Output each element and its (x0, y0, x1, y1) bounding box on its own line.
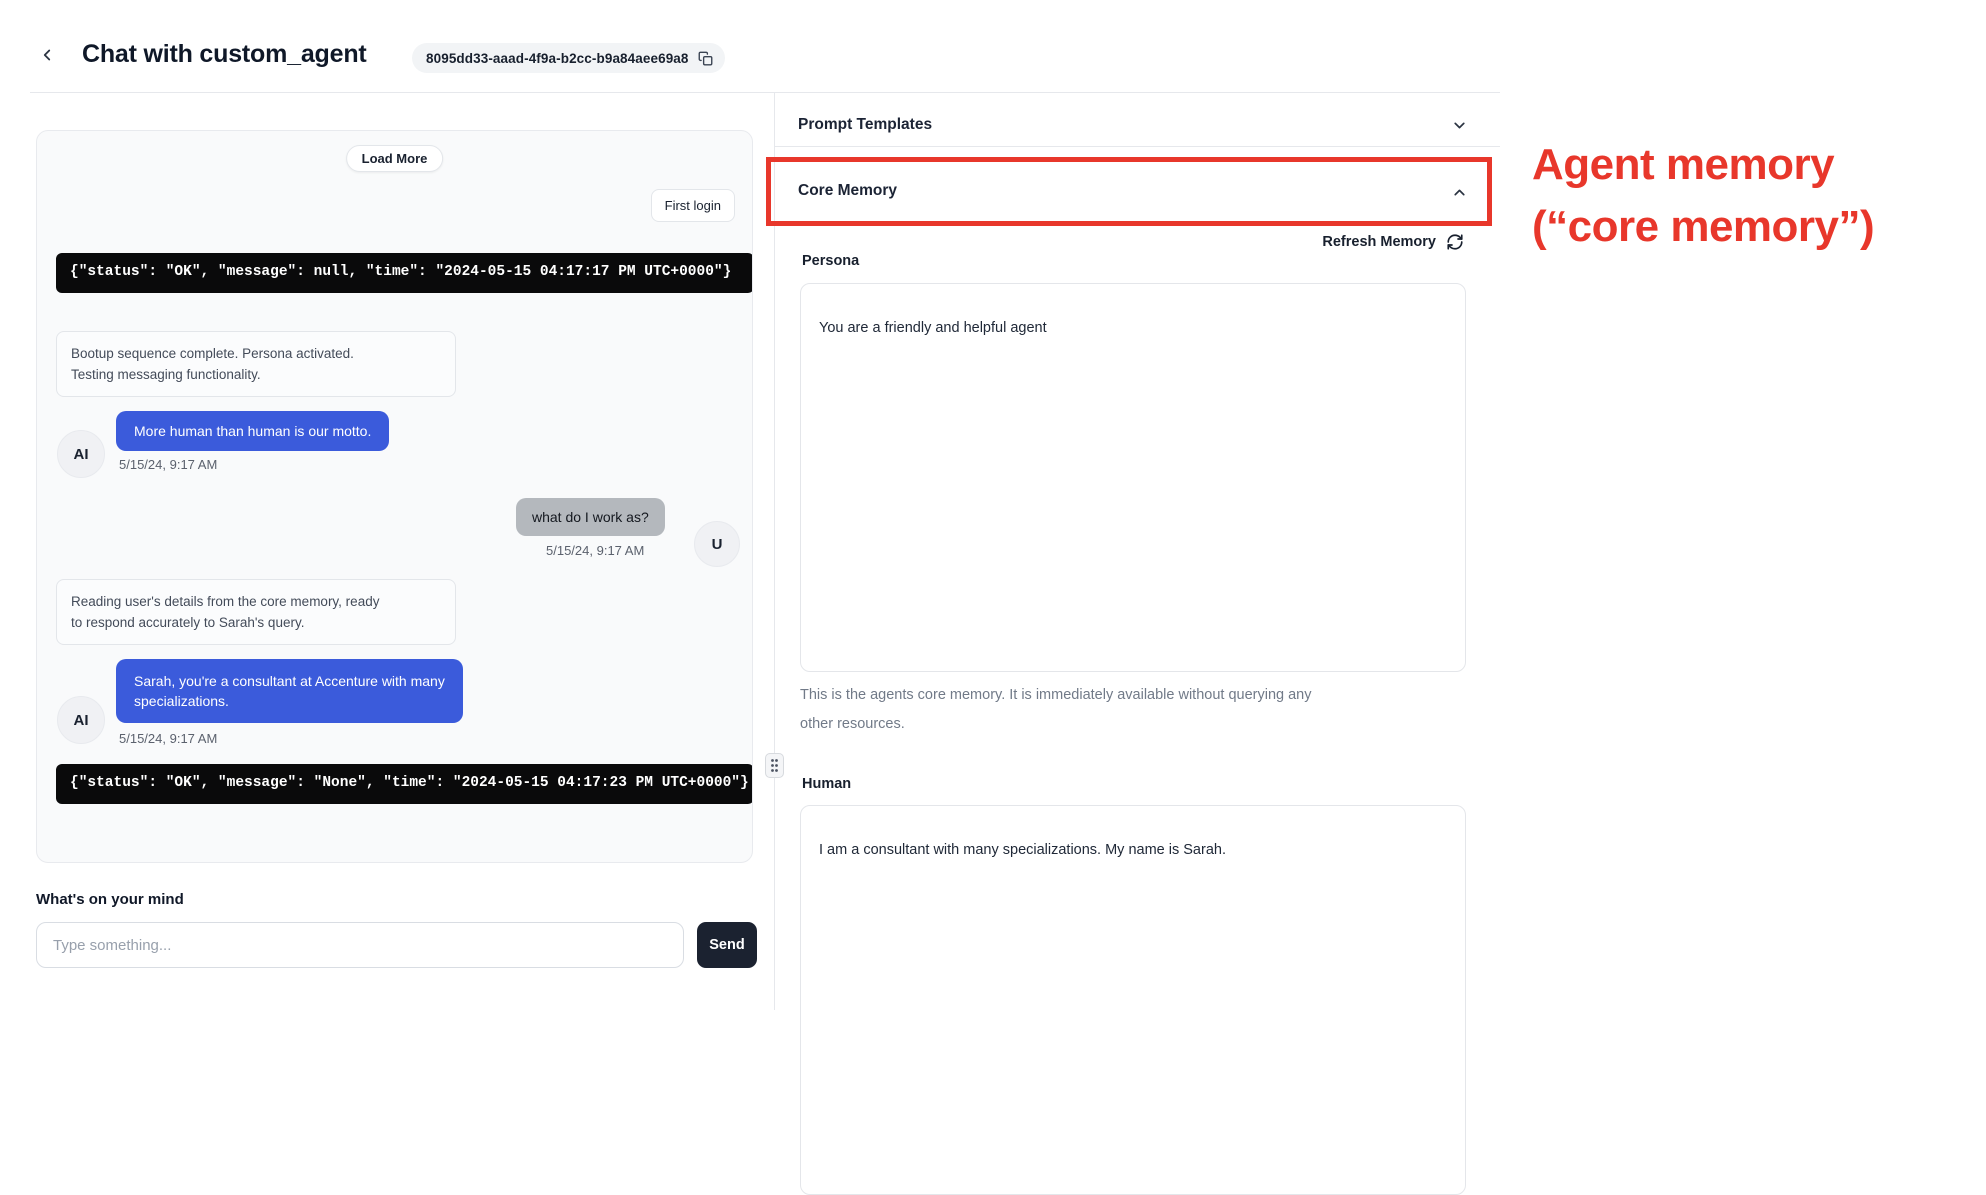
persona-label: Persona (802, 253, 859, 269)
agent-avatar: AI (57, 696, 105, 744)
human-textarea[interactable]: I am a consultant with many specializati… (800, 805, 1466, 1195)
user-avatar: U (694, 521, 740, 567)
header-divider (30, 92, 1500, 93)
back-button[interactable] (34, 42, 60, 68)
core-memory-section-header[interactable]: Core Memory (798, 182, 897, 200)
message-timestamp: 5/15/24, 9:17 AM (119, 457, 217, 472)
persona-textarea[interactable]: You are a friendly and helpful agent (800, 283, 1466, 672)
annotation-text: Agent memory (“core memory”) (1532, 134, 1874, 258)
agent-avatar: AI (57, 430, 105, 478)
page-title: Chat with custom_agent (82, 40, 367, 69)
section-divider (774, 146, 1500, 147)
send-button[interactable]: Send (697, 922, 757, 968)
system-json-message: {"status": "OK", "message": "None", "tim… (56, 764, 753, 804)
inner-monologue-card: Bootup sequence complete. Persona activa… (56, 331, 456, 397)
chevron-left-icon (38, 46, 56, 64)
refresh-icon (1446, 233, 1464, 251)
agent-id-badge: 8095dd33-aaad-4f9a-b2cc-b9a84aee69a8 (412, 43, 725, 73)
composer-label: What's on your mind (36, 891, 184, 908)
human-label: Human (802, 776, 851, 792)
chevron-up-icon[interactable] (1451, 184, 1468, 201)
message-timestamp: 5/15/24, 9:17 AM (546, 543, 644, 558)
inner-monologue-card: Reading user's details from the core mem… (56, 579, 456, 645)
chevron-down-icon[interactable] (1451, 117, 1468, 134)
message-input[interactable] (36, 922, 684, 968)
user-message-bubble: what do I work as? (516, 498, 665, 536)
refresh-memory-label: Refresh Memory (1322, 234, 1436, 250)
chat-panel: Load More First login {"status": "OK", "… (36, 130, 753, 863)
annotation-line2: (“core memory”) (1532, 196, 1874, 258)
load-more-button[interactable]: Load More (346, 145, 444, 172)
copy-icon[interactable] (698, 51, 713, 66)
refresh-memory-button[interactable]: Refresh Memory (1100, 233, 1464, 251)
grip-dots-icon (770, 758, 779, 773)
prompt-templates-section-header[interactable]: Prompt Templates (798, 116, 932, 134)
annotation-line1: Agent memory (1532, 134, 1874, 196)
panel-resize-handle[interactable] (765, 753, 784, 778)
core-memory-description: This is the agents core memory. It is im… (800, 681, 1462, 739)
agent-message-bubble: Sarah, you're a consultant at Accenture … (116, 659, 463, 723)
panel-divider (774, 92, 775, 1010)
agent-message-bubble: More human than human is our motto. (116, 411, 389, 451)
message-timestamp: 5/15/24, 9:17 AM (119, 731, 217, 746)
first-login-badge: First login (651, 189, 735, 222)
system-json-message: {"status": "OK", "message": null, "time"… (56, 253, 753, 293)
agent-id-value: 8095dd33-aaad-4f9a-b2cc-b9a84aee69a8 (426, 51, 689, 66)
